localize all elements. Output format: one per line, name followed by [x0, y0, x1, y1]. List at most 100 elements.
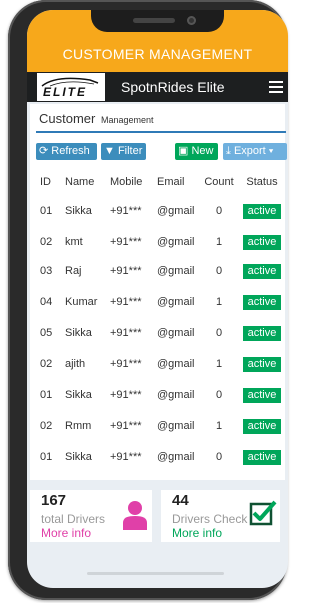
- table-row[interactable]: 02 Rmm +91*** @gmail 1 active: [34, 409, 287, 443]
- cell-mobile: +91***: [110, 358, 142, 370]
- heading-main: Customer: [39, 111, 96, 126]
- cell-status: active: [237, 257, 287, 285]
- cell-mobile: +91***: [110, 236, 142, 248]
- cell-name: Kumar: [65, 296, 98, 308]
- cell-mobile: +91***: [110, 389, 142, 401]
- table-row[interactable]: 04 Kumar +91*** @gmail 1 active: [34, 285, 287, 319]
- cell-count: 0: [215, 205, 223, 217]
- cell-mobile: +91***: [110, 205, 142, 217]
- table-row[interactable]: 02 kmt +91*** @gmail 1 active: [34, 227, 287, 257]
- heading-sub: Management: [100, 115, 154, 125]
- new-label: New: [191, 145, 214, 157]
- cell-name: Raj: [65, 265, 82, 277]
- column-header-mobile[interactable]: Mobile: [110, 169, 157, 195]
- more-info-link[interactable]: More info: [172, 526, 222, 540]
- cell-mobile: +91***: [110, 296, 142, 308]
- filter-button[interactable]: ▼ Filter: [101, 143, 146, 160]
- cell-mobile: +91***: [110, 451, 142, 463]
- cell-email: @gmail: [157, 296, 195, 308]
- cell-id: 03: [40, 265, 53, 277]
- table-row[interactable]: 01 Sikka +91*** @gmail 0 active: [34, 195, 287, 227]
- export-button[interactable]: ⤓ Export ▾: [223, 143, 287, 160]
- column-header-email[interactable]: Email: [157, 169, 201, 195]
- status-badge[interactable]: active: [242, 356, 282, 372]
- status-badge[interactable]: active: [242, 234, 282, 250]
- speaker-slot: [133, 18, 175, 23]
- home-indicator: [87, 572, 224, 575]
- more-info-link[interactable]: More info: [41, 526, 91, 540]
- column-header-count[interactable]: Count: [201, 169, 237, 195]
- new-button[interactable]: ▣ New: [175, 143, 218, 160]
- cell-status: active: [237, 381, 287, 409]
- checkbox-checked-icon: [249, 500, 277, 526]
- app-header: CUSTOMER MANAGEMENT: [27, 10, 288, 72]
- table-row[interactable]: 05 Sikka +91*** @gmail 0 active: [34, 319, 287, 347]
- screen: CUSTOMER MANAGEMENT ELITE SpotnRides Eli…: [27, 10, 288, 588]
- cell-count: 0: [215, 265, 223, 277]
- cell-email: @gmail: [157, 358, 195, 370]
- status-badge[interactable]: active: [242, 418, 282, 434]
- download-icon: ⤓: [226, 145, 231, 157]
- cell-count: 0: [215, 389, 223, 401]
- table-row[interactable]: 01 Sikka +91*** @gmail 0 active: [34, 381, 287, 409]
- panel-heading: Customer Management: [39, 111, 154, 126]
- status-badge[interactable]: active: [242, 294, 282, 310]
- hamburger-menu-icon[interactable]: [269, 81, 283, 93]
- camera-icon: [187, 16, 196, 25]
- cell-name: Sikka: [65, 327, 92, 339]
- export-label: Export: [233, 145, 266, 157]
- cell-mobile: +91***: [110, 265, 142, 277]
- cell-name: Sikka: [65, 389, 92, 401]
- cell-status: active: [237, 409, 287, 443]
- navbar: ELITE SpotnRides Elite: [27, 72, 288, 102]
- cell-name: Rmm: [65, 420, 92, 432]
- status-badge[interactable]: active: [242, 203, 282, 219]
- stat-value: 44: [172, 492, 189, 509]
- cell-email: @gmail: [157, 420, 195, 432]
- stat-label: Drivers Check: [172, 512, 248, 526]
- cell-count: 0: [215, 451, 223, 463]
- status-badge[interactable]: active: [242, 387, 282, 403]
- brand-logo[interactable]: ELITE: [37, 73, 105, 101]
- filter-icon: ▼: [104, 145, 115, 157]
- cell-status: active: [237, 319, 287, 347]
- status-badge[interactable]: active: [242, 263, 282, 279]
- table-header-row: ID Name Mobile Email Count Status: [34, 169, 287, 195]
- customer-panel: Customer Management ⟳ Refresh ▼ Filter ▣…: [30, 104, 287, 480]
- app-name: SpotnRides Elite: [121, 79, 225, 95]
- cell-count: 1: [215, 420, 223, 432]
- cell-email: @gmail: [157, 327, 195, 339]
- cell-id: 05: [40, 327, 53, 339]
- cell-email: @gmail: [157, 205, 195, 217]
- table-row[interactable]: 03 Raj +91*** @gmail 0 active: [34, 257, 287, 285]
- column-header-id[interactable]: ID: [34, 169, 65, 195]
- cell-id: 02: [40, 420, 53, 432]
- cell-count: 1: [215, 358, 223, 370]
- cell-name: Sikka: [65, 205, 92, 217]
- drivers-check-card: 44 Drivers Check More info: [161, 490, 280, 542]
- total-drivers-card: 167 total Drivers More info: [30, 490, 152, 542]
- stat-label: total Drivers: [41, 512, 106, 526]
- cell-id: 04: [40, 296, 53, 308]
- cell-status: active: [237, 347, 287, 381]
- refresh-label: Refresh: [51, 145, 90, 157]
- cell-mobile: +91***: [110, 420, 142, 432]
- column-header-name[interactable]: Name: [65, 169, 110, 195]
- customer-table: ID Name Mobile Email Count Status 0 1 Sikk…: [34, 169, 287, 471]
- cell-email: @gmail: [157, 265, 195, 277]
- logo-text: ELITE: [43, 85, 88, 99]
- cell-id: 02: [40, 236, 53, 248]
- cell-status: active: [237, 443, 287, 471]
- stat-value: 167: [41, 492, 67, 509]
- status-badge[interactable]: active: [242, 449, 282, 465]
- cell-name: ajith: [65, 358, 86, 370]
- table-row[interactable]: 02 ajith +91*** @gmail 1 active: [34, 347, 287, 381]
- cell-status: active: [237, 195, 287, 227]
- refresh-button[interactable]: ⟳ Refresh: [36, 143, 97, 160]
- cell-email: @gmail: [157, 389, 195, 401]
- phone-frame: CUSTOMER MANAGEMENT ELITE SpotnRides Eli…: [8, 0, 288, 600]
- cell-email: @gmail: [157, 236, 195, 248]
- status-badge[interactable]: active: [242, 325, 282, 341]
- table-row[interactable]: 01 Sikka +91*** @gmail 0 active: [34, 443, 287, 471]
- column-header-status[interactable]: Status: [237, 169, 287, 195]
